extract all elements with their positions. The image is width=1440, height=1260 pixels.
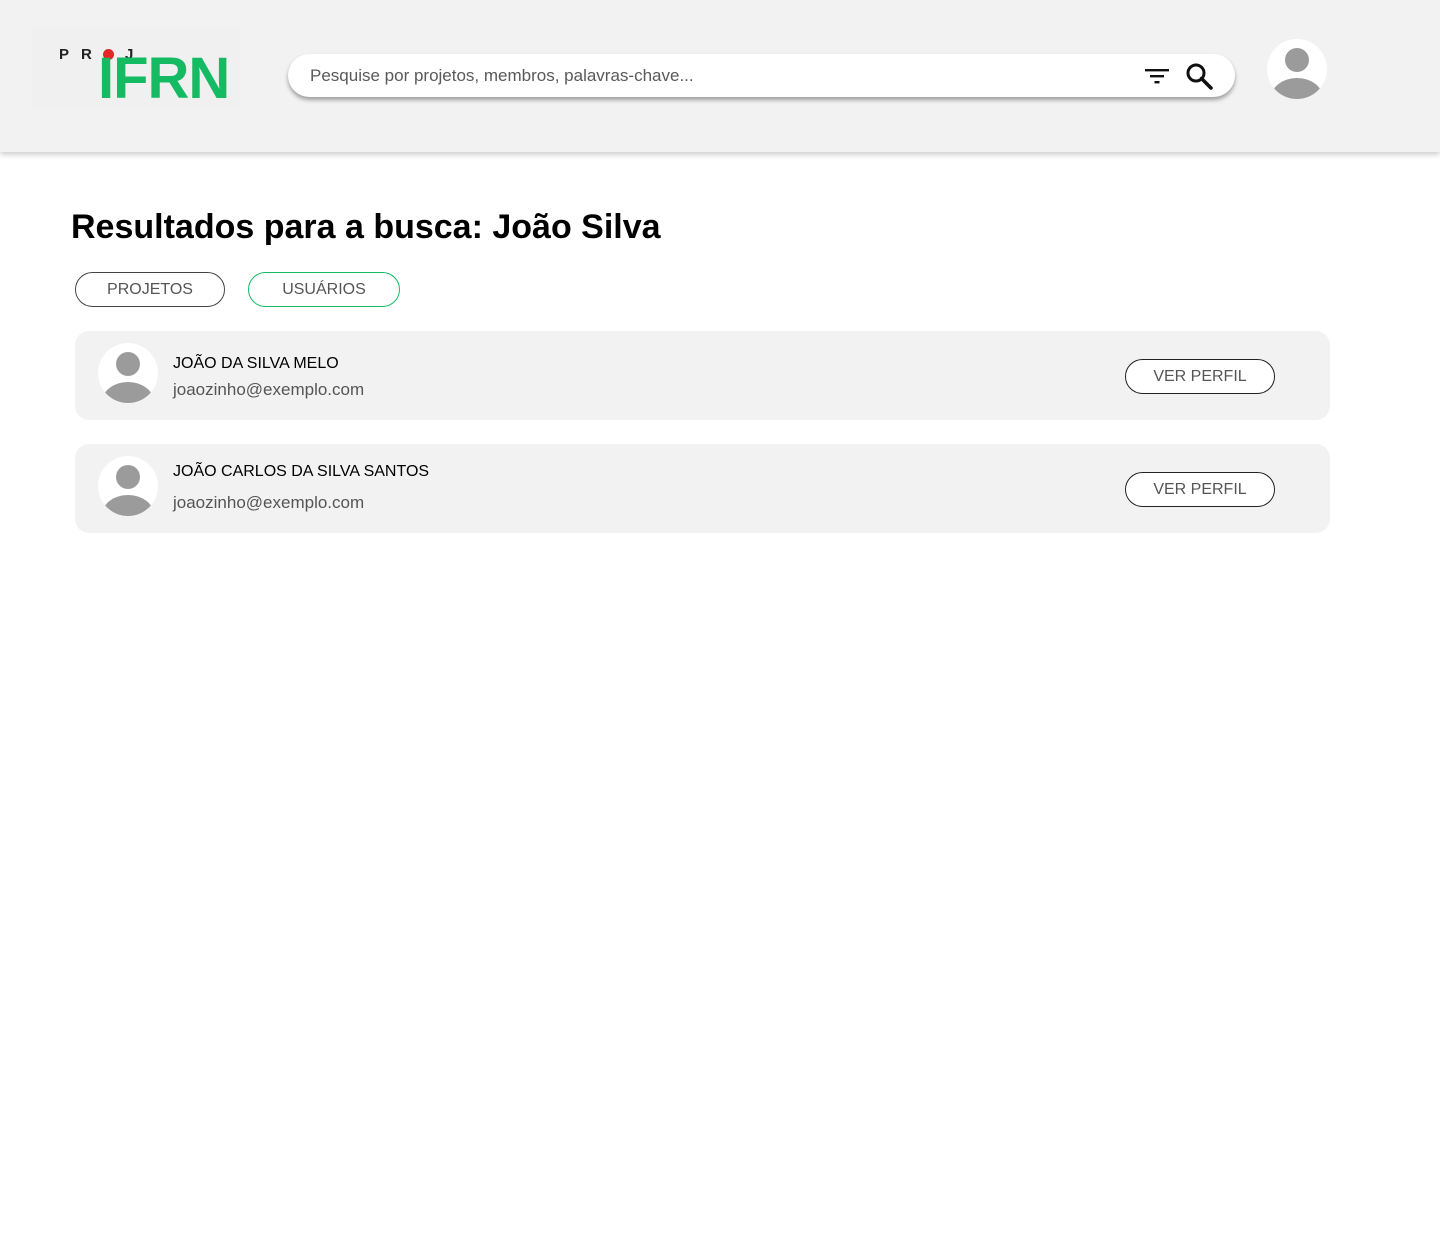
avatar xyxy=(98,343,158,403)
logo-letter-p: P xyxy=(59,46,70,63)
search-icon[interactable] xyxy=(1184,61,1214,91)
user-avatar-icon xyxy=(102,465,154,516)
user-result-card: JOÃO CARLOS DA SILVA SANTOS joaozinho@ex… xyxy=(75,444,1330,533)
avatar xyxy=(98,456,158,516)
user-avatar-icon xyxy=(1271,48,1323,99)
proj-ifrn-logo[interactable]: P R J IFRN xyxy=(32,28,240,108)
user-email: joaozinho@exemplo.com xyxy=(173,380,365,399)
top-header: P R J IFRN xyxy=(0,0,1440,152)
user-name: JOÃO CARLOS DA SILVA SANTOS xyxy=(173,463,430,480)
user-result-card: JOÃO DA SILVA MELO joaozinho@exemplo.com… xyxy=(75,331,1330,420)
tab-users[interactable]: USUÁRIOS xyxy=(248,272,400,307)
view-profile-button[interactable]: VER PERFIL xyxy=(1125,359,1275,394)
page-title: Resultados para a busca: João Silva xyxy=(71,208,661,246)
user-name: JOÃO DA SILVA MELO xyxy=(173,355,339,372)
filter-icon[interactable] xyxy=(1144,66,1170,86)
view-profile-button[interactable]: VER PERFIL xyxy=(1125,472,1275,507)
logo-brand: IFRN xyxy=(98,46,230,111)
search-bar xyxy=(288,54,1235,97)
user-email: joaozinho@exemplo.com xyxy=(173,493,365,512)
user-avatar-button[interactable] xyxy=(1267,39,1327,99)
user-avatar-icon xyxy=(102,352,154,403)
tab-projects[interactable]: PROJETOS xyxy=(75,272,225,307)
search-input[interactable] xyxy=(310,54,1130,97)
